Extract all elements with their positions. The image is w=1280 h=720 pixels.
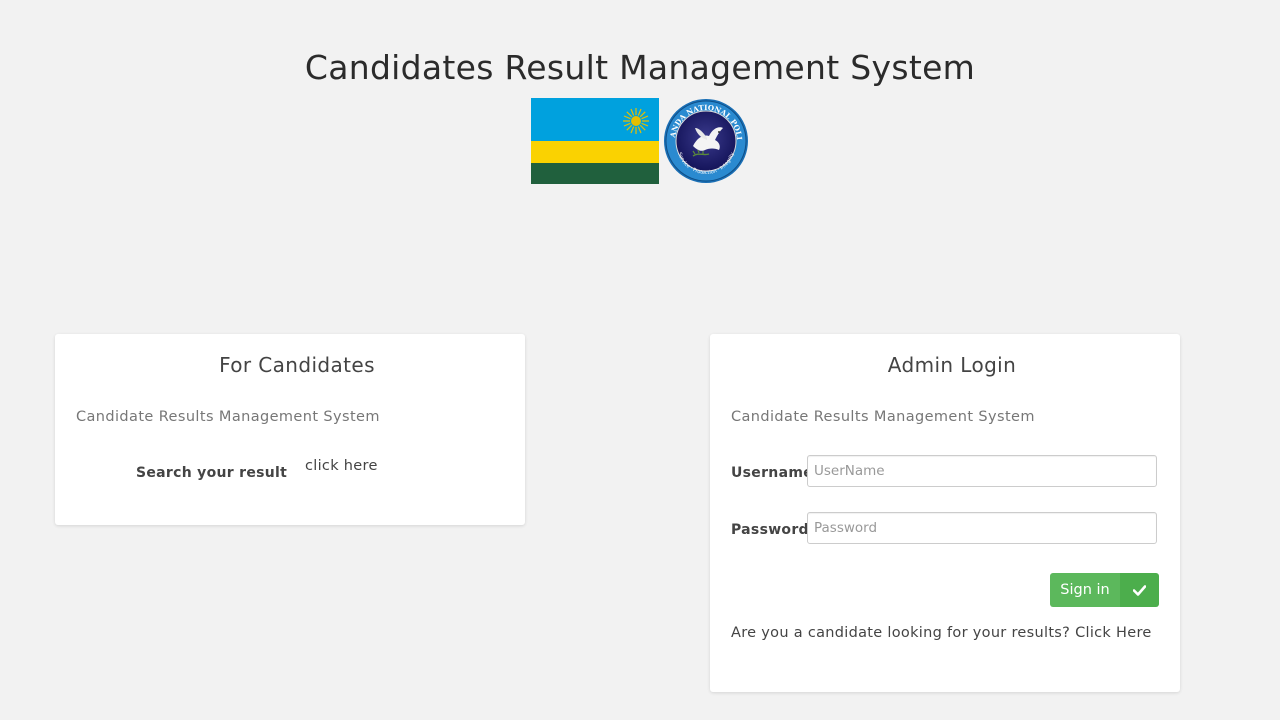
logos: RWANDA NATIONAL POLICE Service · Protect… <box>531 98 749 184</box>
username-input[interactable] <box>807 455 1157 487</box>
candidates-card-subtitle: Candidate Results Management System <box>76 409 380 425</box>
search-result-link[interactable]: click here <box>305 458 378 474</box>
admin-login-subtitle: Candidate Results Management System <box>731 409 1035 425</box>
police-seal-icon: RWANDA NATIONAL POLICE Service · Protect… <box>663 98 748 183</box>
rwanda-flag-icon <box>531 98 659 184</box>
username-label: Username <box>731 465 813 481</box>
admin-login-title: Admin Login <box>887 353 1017 377</box>
password-label: Password <box>731 522 809 538</box>
page: Candidates Result Management System ANDA… <box>0 0 1280 720</box>
admin-login-card: Admin Login Candidate Results Management… <box>710 334 1180 692</box>
candidates-card: For Candidates Candidate Results Managem… <box>55 334 525 525</box>
candidate-prompt-text: Are you a candidate looking for your res… <box>731 625 1071 641</box>
password-input[interactable] <box>807 512 1157 544</box>
sign-in-button[interactable]: Sign in <box>1050 573 1159 607</box>
candidate-prompt: Are you a candidate looking for your res… <box>731 625 1152 641</box>
page-title: Candidates Result Management System <box>304 48 976 88</box>
sun-icon <box>623 108 649 134</box>
check-icon <box>1120 573 1159 607</box>
search-result-label: Search your result <box>136 465 288 481</box>
sign-in-label: Sign in <box>1050 573 1120 607</box>
candidates-card-title: For Candidates <box>219 353 375 377</box>
candidate-click-here-link[interactable]: Click Here <box>1075 625 1152 641</box>
